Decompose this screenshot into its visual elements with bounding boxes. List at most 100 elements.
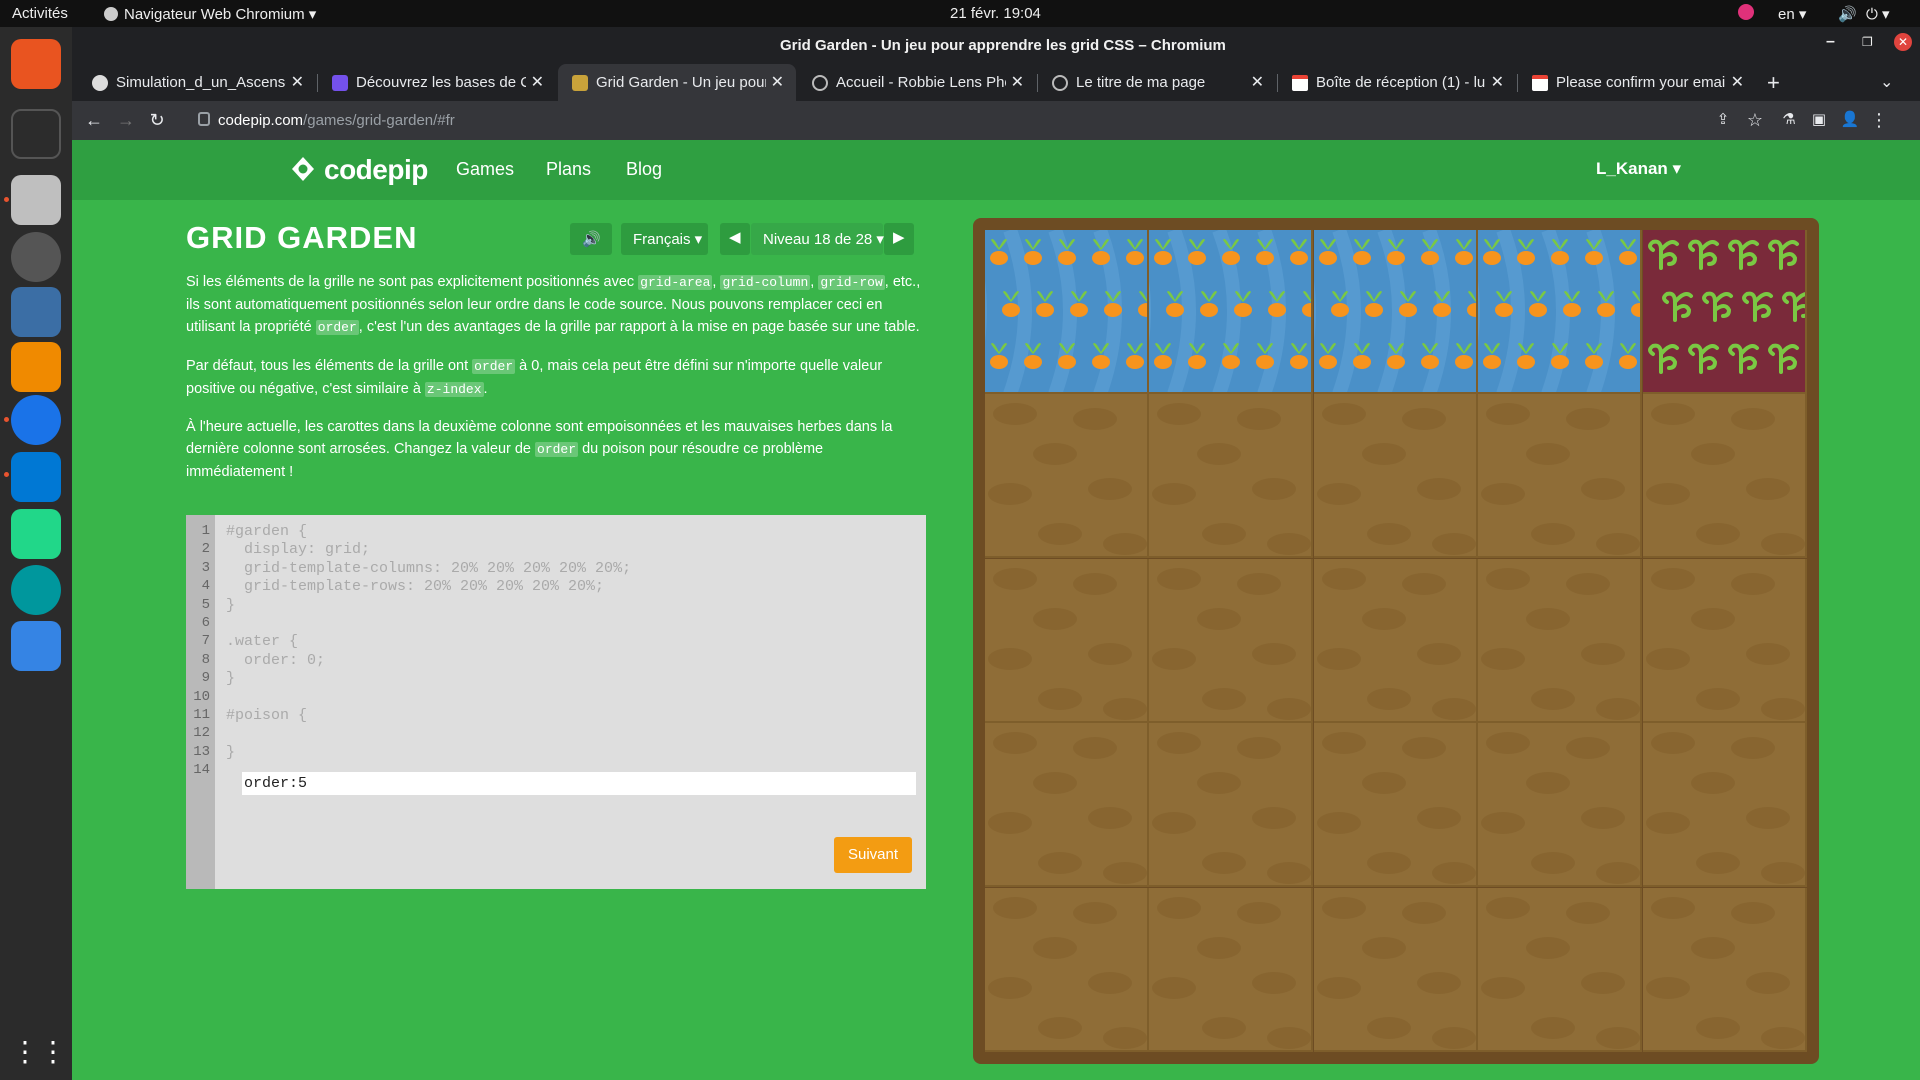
soil-tile [1149, 887, 1314, 1052]
water-tile [1149, 230, 1314, 394]
tab-github[interactable]: Simulation_d_un_Ascenseur ✕ [78, 64, 316, 101]
code-keyword: order [535, 442, 579, 457]
tab-title: Le titre de ma page [1076, 74, 1206, 91]
triangle-left-icon: ◀ [729, 229, 741, 246]
tab-title: Grid Garden - Un jeu pour apprendre [596, 74, 766, 91]
tab-search-icon[interactable]: ⌄ [1880, 72, 1893, 92]
close-tab-icon[interactable]: ✕ [771, 72, 784, 92]
next-level-button[interactable]: ▶ [884, 223, 914, 255]
close-tab-icon[interactable]: ✕ [1011, 72, 1024, 92]
soil-tile [1313, 723, 1478, 888]
logo-text: codepip [324, 154, 428, 185]
settings-icon[interactable] [11, 232, 61, 282]
chromium-icon [104, 7, 118, 21]
color-picker-icon[interactable] [1738, 4, 1754, 20]
screenshot-icon[interactable] [11, 621, 61, 671]
code-keyword: grid-column [720, 275, 811, 290]
sound-button[interactable]: 🔊 [570, 223, 612, 255]
app-menu-label: Navigateur Web Chromium [124, 6, 305, 23]
tab-gmail-confirm[interactable]: Please confirm your email ✕ [1518, 64, 1756, 101]
line-number: 7 [201, 633, 210, 650]
address-bar[interactable]: codepip.com/games/grid-garden/#fr [188, 108, 1748, 134]
garden-board [973, 218, 1819, 1064]
reload-icon[interactable]: ↻ [146, 109, 168, 131]
forward-icon[interactable]: → [115, 109, 137, 131]
line-number-gutter: 1 2 3 4 5 6 7 8 9 10 11 12 13 14 [186, 515, 215, 889]
level-selector[interactable]: Niveau 18 de 28 ▾ [751, 223, 884, 255]
dock: ⋮⋮⋮ [0, 27, 95, 1080]
lock-icon[interactable] [198, 112, 210, 126]
language-select[interactable]: Français ▾ [621, 223, 708, 255]
power-menu-icon[interactable]: ⏻ ▾ [1866, 5, 1890, 23]
tab-grid-garden[interactable]: Grid Garden - Un jeu pour apprendre ✕ [558, 64, 796, 101]
software-center-icon[interactable] [11, 39, 61, 89]
volume-icon[interactable]: 🔊 [1838, 5, 1857, 23]
clock[interactable]: 21 févr. 19:04 [950, 5, 1041, 22]
code-keyword: grid-row [818, 275, 885, 290]
garden-grid [985, 230, 1807, 1052]
line-number: 13 [193, 743, 210, 760]
close-tab-icon[interactable]: ✕ [531, 72, 544, 92]
side-panel-icon[interactable]: ▣ [1808, 109, 1830, 131]
nav-plans[interactable]: Plans [546, 159, 591, 180]
close-tab-icon[interactable]: ✕ [1251, 72, 1264, 92]
browser-toolbar: ← → ↻ codepip.com/games/grid-garden/#fr … [72, 101, 1920, 140]
close-tab-icon[interactable]: ✕ [1731, 72, 1744, 92]
tab-strip: Simulation_d_un_Ascenseur ✕ Découvrez le… [72, 64, 1920, 101]
window-title: Grid Garden - Un jeu pour apprendre les … [780, 37, 1226, 54]
answer-input[interactable] [242, 772, 916, 795]
vscode-icon[interactable] [11, 452, 61, 502]
terminal-icon[interactable] [11, 109, 61, 159]
water-tile [1313, 230, 1478, 394]
tab-robbie-lens[interactable]: Accueil - Robbie Lens Photo ✕ [798, 64, 1036, 101]
arduino-icon[interactable] [11, 565, 61, 615]
keyboard-layout[interactable]: en ▾ [1778, 5, 1806, 23]
running-indicator [4, 197, 9, 202]
line-number: 9 [201, 670, 210, 687]
menu-kebab-icon[interactable]: ⋮ [1868, 109, 1890, 131]
tab-gmail-inbox[interactable]: Boîte de réception (1) - lu ✕ [1278, 64, 1516, 101]
instructions-paragraph-2: Par défaut, tous les éléments de la gril… [186, 355, 926, 401]
soil-tile [1149, 394, 1314, 559]
activities-button[interactable]: Activités [12, 5, 68, 22]
code-keyword: order [315, 320, 359, 335]
tab-openclassrooms[interactable]: Découvrez les bases de C ✕ [318, 64, 556, 101]
user-menu[interactable]: L_Kanan ▾ [1596, 159, 1681, 179]
text-segment: , c'est l'un des avantages de la grille … [358, 319, 920, 335]
code-line: } [226, 670, 236, 688]
code-line: grid-template-columns: 20% 20% 20% 20% 2… [226, 559, 632, 577]
back-icon[interactable]: ← [83, 109, 105, 131]
keyboard-layout-label: en [1778, 6, 1795, 23]
close-window-icon[interactable]: ✕ [1894, 33, 1912, 51]
previous-level-button[interactable]: ◀ [720, 223, 750, 255]
new-tab-icon[interactable]: + [1767, 70, 1780, 96]
bookmark-star-icon[interactable]: ☆ [1744, 109, 1766, 131]
minimize-icon[interactable]: – [1826, 33, 1835, 51]
tab-title: Boîte de réception (1) - lu [1316, 74, 1486, 91]
vlc-icon[interactable] [11, 342, 61, 392]
codepip-logo-icon [292, 157, 314, 181]
nav-blog[interactable]: Blog [626, 159, 662, 180]
text-segment: . [483, 381, 488, 397]
profile-icon[interactable]: 👤 [1839, 109, 1861, 131]
maximize-icon[interactable]: ❐ [1862, 35, 1873, 49]
chromium-dock-icon[interactable] [11, 395, 61, 445]
next-button[interactable]: Suivant [834, 837, 912, 873]
close-tab-icon[interactable]: ✕ [1491, 72, 1504, 92]
nav-games[interactable]: Games [456, 159, 514, 180]
code-line: } [226, 743, 236, 761]
extensions-icon[interactable]: ⚗ [1778, 109, 1800, 131]
app-menu[interactable]: Navigateur Web Chromium ▾ [104, 5, 316, 23]
show-apps-icon[interactable]: ⋮⋮⋮ [11, 1027, 95, 1077]
share-icon[interactable]: ⇪ [1712, 109, 1734, 131]
text-editor-icon[interactable] [11, 287, 61, 337]
code-keyword: order [472, 359, 516, 374]
pycharm-icon[interactable] [11, 509, 61, 559]
line-number: 6 [201, 615, 210, 631]
code-line: #poison { [226, 707, 308, 724]
soil-tile [1313, 558, 1478, 723]
files-icon[interactable] [11, 175, 61, 225]
tab-title: Please confirm your email [1556, 74, 1726, 91]
tab-titre-page[interactable]: Le titre de ma page ✕ [1038, 64, 1276, 101]
close-tab-icon[interactable]: ✕ [291, 72, 304, 92]
